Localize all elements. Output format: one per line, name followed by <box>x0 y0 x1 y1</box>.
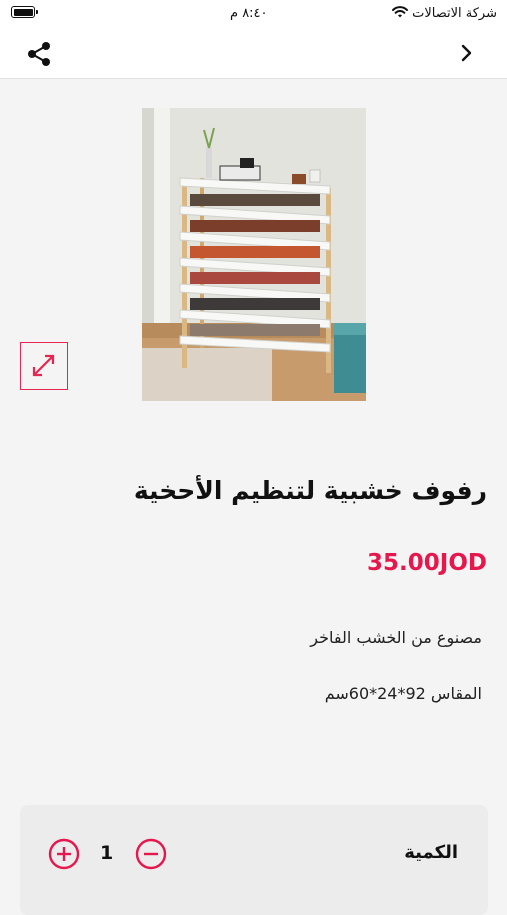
status-time: ٨:٤٠ م <box>230 6 268 21</box>
quantity-stepper: الكمية 1 <box>20 805 488 915</box>
expand-icon <box>32 354 55 377</box>
status-bar: ٨:٤٠ م شركة الاتصالات <box>0 0 507 28</box>
carrier-name: شركة الاتصالات <box>412 6 497 21</box>
product-image[interactable] <box>142 108 366 401</box>
chevron-right-icon[interactable] <box>457 42 477 64</box>
product-title: رفوف خشبية لتنظيم الأحخية <box>133 476 487 505</box>
expand-button[interactable] <box>20 342 68 390</box>
quantity-label: الكمية <box>404 842 458 863</box>
wifi-icon <box>392 6 408 18</box>
nav-bar <box>0 28 507 79</box>
plus-icon[interactable] <box>48 838 80 870</box>
share-icon[interactable] <box>24 40 54 68</box>
shoe-rack-illustration <box>142 108 366 401</box>
product-description-line: مصنوع من الخشب الفاخر <box>310 628 482 647</box>
product-price: 35.00JOD <box>367 550 487 576</box>
product-description-line: المقاس 92*24*60سم <box>324 684 482 703</box>
quantity-value: 1 <box>100 842 114 864</box>
minus-icon[interactable] <box>135 838 167 870</box>
battery-icon <box>11 6 38 18</box>
